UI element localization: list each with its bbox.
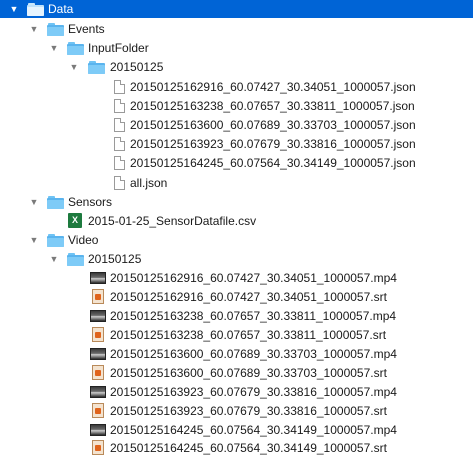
folder-label: Data <box>48 2 74 16</box>
tree-row-file[interactable]: 20150125164245_60.07564_30.34149_1000057… <box>0 154 473 172</box>
disclosure-triangle-icon[interactable]: ▼ <box>8 0 20 18</box>
folder-label: 20150125 <box>88 252 142 266</box>
file-label: 20150125163600_60.07689_30.33703_1000057… <box>110 347 397 361</box>
folder-label: Sensors <box>68 195 113 209</box>
tree-row-file[interactable]: 20150125162916_60.07427_30.34051_1000057… <box>0 269 473 287</box>
file-label: 20150125163923_60.07679_30.33816_1000057… <box>110 385 397 399</box>
folder-label: 20150125 <box>110 60 164 74</box>
tree-row-file[interactable]: all.json <box>0 174 473 192</box>
folder-icon <box>47 234 64 247</box>
tree-row-data[interactable]: ▼ Data <box>0 0 473 18</box>
file-label: 20150125164245_60.07564_30.34149_1000057… <box>130 156 416 170</box>
tree-row-file[interactable]: 20150125163923_60.07679_30.33816_1000057… <box>0 383 473 401</box>
file-label: 20150125163238_60.07657_30.33811_1000057… <box>110 309 397 323</box>
file-label: 20150125164245_60.07564_30.34149_1000057… <box>110 423 397 437</box>
subtitle-file-icon <box>92 440 104 455</box>
tree-row-file[interactable]: 20150125162916_60.07427_30.34051_1000057… <box>0 288 473 306</box>
tree-row-file[interactable]: 20150125162916_60.07427_30.34051_1000057… <box>0 78 473 96</box>
folder-label: InputFolder <box>88 41 149 55</box>
video-thumbnail-icon <box>90 310 106 322</box>
document-icon <box>114 156 125 170</box>
tree-row-file[interactable]: 20150125164245_60.07564_30.34149_1000057… <box>0 421 473 439</box>
subtitle-file-icon <box>92 289 104 304</box>
file-label: 20150125164245_60.07564_30.34149_1000057… <box>110 441 387 455</box>
document-icon <box>114 99 125 113</box>
document-icon <box>114 118 125 132</box>
folder-label: Video <box>68 233 99 247</box>
file-label: 2015-01-25_SensorDatafile.csv <box>88 214 257 228</box>
folder-icon <box>47 196 64 209</box>
file-label: 20150125162916_60.07427_30.34051_1000057… <box>130 80 416 94</box>
disclosure-triangle-icon[interactable]: ▼ <box>28 231 40 249</box>
document-icon <box>114 176 125 190</box>
file-label: all.json <box>130 176 168 190</box>
file-label: 20150125163238_60.07657_30.33811_1000057… <box>110 328 387 342</box>
tree-row-file[interactable]: 20150125163600_60.07689_30.33703_1000057… <box>0 116 473 134</box>
tree-row-file[interactable]: 20150125163238_60.07657_30.33811_1000057… <box>0 97 473 115</box>
disclosure-triangle-icon[interactable]: ▼ <box>28 193 40 211</box>
file-label: 20150125163923_60.07679_30.33816_1000057… <box>110 404 387 418</box>
file-label: 20150125163923_60.07679_30.33816_1000057… <box>130 137 416 151</box>
video-thumbnail-icon <box>90 386 106 398</box>
tree-row-file[interactable]: 20150125163923_60.07679_30.33816_1000057… <box>0 402 473 420</box>
folder-icon <box>47 23 64 36</box>
file-tree: ▼ Data ▼ Events ▼ InputFolder ▼ 20150125… <box>0 0 473 458</box>
disclosure-triangle-icon[interactable]: ▼ <box>48 39 60 57</box>
tree-row-inputfolder[interactable]: ▼ InputFolder <box>0 39 473 57</box>
tree-row-sensors[interactable]: ▼ Sensors <box>0 193 473 211</box>
disclosure-triangle-icon[interactable]: ▼ <box>68 58 80 76</box>
video-thumbnail-icon <box>90 272 106 284</box>
file-label: 20150125162916_60.07427_30.34051_1000057… <box>110 271 397 285</box>
file-label: 20150125163600_60.07689_30.33703_1000057… <box>110 366 387 380</box>
video-thumbnail-icon <box>90 348 106 360</box>
tree-row-file[interactable]: 20150125163238_60.07657_30.33811_1000057… <box>0 307 473 325</box>
tree-row-file[interactable]: 20150125163600_60.07689_30.33703_1000057… <box>0 364 473 382</box>
subtitle-file-icon <box>92 403 104 418</box>
tree-row-file[interactable]: 20150125163923_60.07679_30.33816_1000057… <box>0 135 473 153</box>
tree-row-video-date[interactable]: ▼ 20150125 <box>0 250 473 268</box>
subtitle-file-icon <box>92 365 104 380</box>
tree-row-events-date[interactable]: ▼ 20150125 <box>0 58 473 76</box>
file-label: 20150125162916_60.07427_30.34051_1000057… <box>110 290 387 304</box>
document-icon <box>114 80 125 94</box>
video-thumbnail-icon <box>90 424 106 436</box>
document-icon <box>114 137 125 151</box>
tree-row-file[interactable]: 20150125163600_60.07689_30.33703_1000057… <box>0 345 473 363</box>
tree-row-events[interactable]: ▼ Events <box>0 20 473 38</box>
subtitle-file-icon <box>92 327 104 342</box>
tree-row-file[interactable]: 20150125164245_60.07564_30.34149_1000057… <box>0 439 473 457</box>
excel-csv-icon: X <box>68 213 82 228</box>
disclosure-triangle-icon[interactable]: ▼ <box>28 20 40 38</box>
folder-icon <box>27 3 44 16</box>
folder-icon <box>67 253 84 266</box>
tree-row-video[interactable]: ▼ Video <box>0 231 473 249</box>
folder-icon <box>67 42 84 55</box>
file-label: 20150125163600_60.07689_30.33703_1000057… <box>130 118 416 132</box>
folder-icon <box>88 61 105 74</box>
tree-row-file[interactable]: X 2015-01-25_SensorDatafile.csv <box>0 212 473 230</box>
file-label: 20150125163238_60.07657_30.33811_1000057… <box>130 99 415 113</box>
folder-label: Events <box>68 22 105 36</box>
tree-row-file[interactable]: 20150125163238_60.07657_30.33811_1000057… <box>0 326 473 344</box>
disclosure-triangle-icon[interactable]: ▼ <box>48 250 60 268</box>
